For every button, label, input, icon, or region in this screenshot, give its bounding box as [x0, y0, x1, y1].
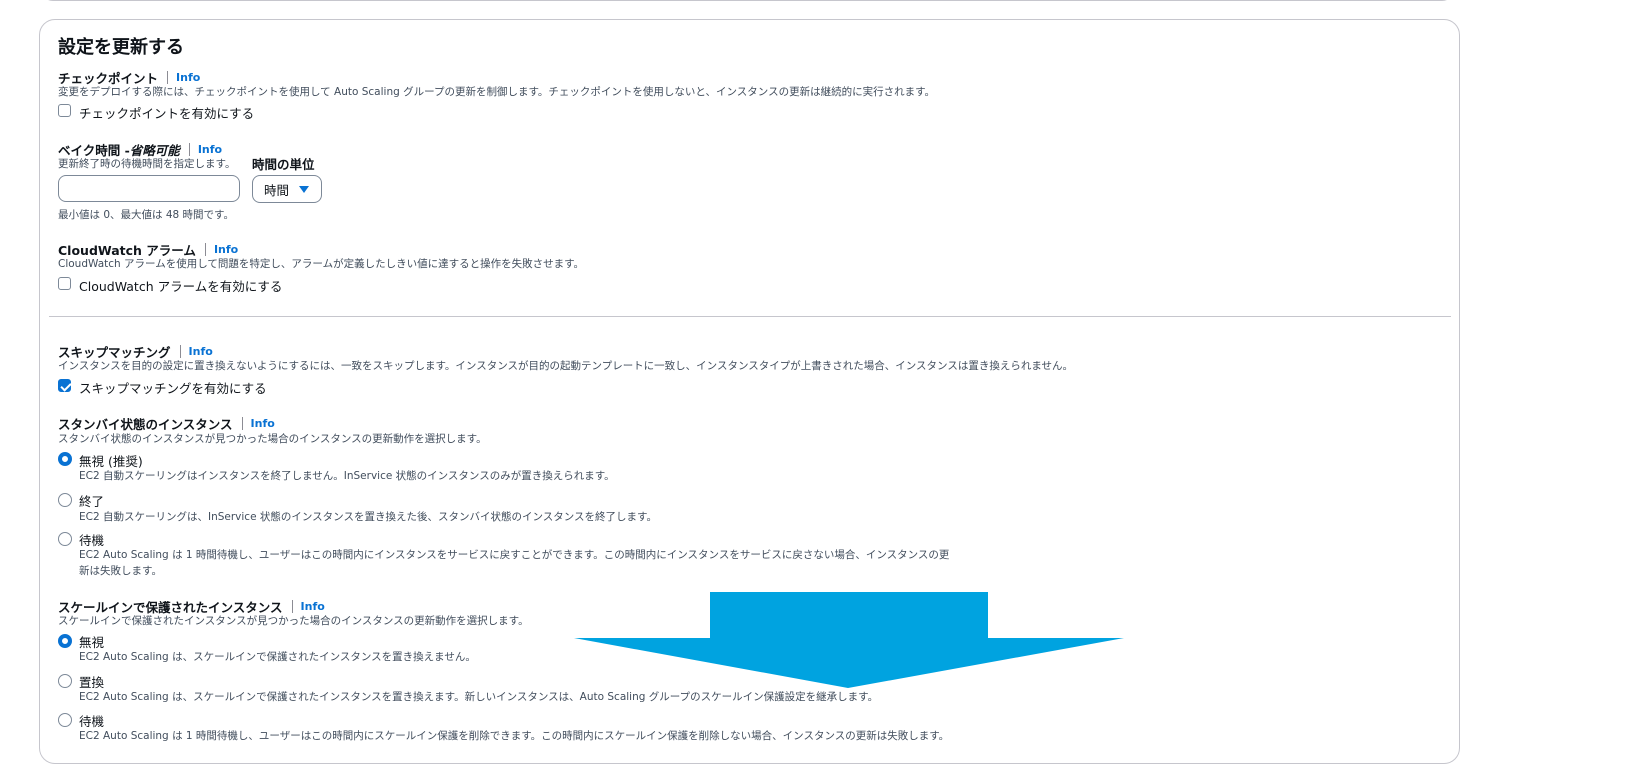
standby-radio-label[interactable]: 終了 [79, 491, 104, 510]
scale-in-description: スケールインで保護されたインスタンスが見つかった場合のインスタンスの更新動作を選… [58, 615, 529, 627]
bake-time-info-link[interactable]: Info [198, 143, 222, 156]
checkpoint-info-link[interactable]: Info [176, 71, 200, 84]
info-separator [291, 600, 293, 613]
cloudwatch-info-link[interactable]: Info [214, 243, 238, 256]
cloudwatch-checkbox-label[interactable]: CloudWatch アラームを有効にする [79, 276, 282, 295]
info-separator [179, 345, 181, 358]
standby-radio-desc: EC2 自動スケーリングはインスタンスを終了しません。InService 状態の… [79, 470, 615, 482]
scale-in-radio-replace[interactable] [58, 674, 72, 688]
bake-time-description: 更新終了時の待機時間を指定します。 [58, 158, 236, 170]
scale-in-radio-ignore[interactable] [58, 634, 72, 648]
checkpoint-checkbox-label[interactable]: チェックポイントを有効にする [79, 103, 254, 122]
skip-matching-checkbox[interactable] [58, 379, 71, 392]
cloudwatch-checkbox[interactable] [58, 277, 71, 290]
scale-in-radio-desc: EC2 Auto Scaling は、スケールインで保護されたインスタンスを置き… [79, 651, 476, 663]
time-unit-value: 時間 [264, 182, 290, 198]
scale-in-radio-wait[interactable] [58, 713, 72, 727]
scale-in-radio-desc: EC2 Auto Scaling は、スケールインで保護されたインスタンスを置き… [79, 691, 879, 703]
bake-time-input[interactable] [58, 175, 240, 202]
standby-radio-ignore[interactable] [58, 452, 72, 466]
bake-time-hint: 最小値は 0、最大値は 48 時間です。 [58, 209, 235, 221]
section-divider [49, 316, 1451, 317]
scale-in-radio-desc: EC2 Auto Scaling は 1 時間待機し、ユーザーはこの時間内にスケ… [79, 730, 950, 742]
checkpoint-description: 変更をデプロイする際には、チェックポイントを使用して Auto Scaling … [58, 86, 936, 98]
info-separator [241, 417, 243, 430]
arrow-down-icon [574, 592, 1124, 688]
previous-panel-edge [40, 0, 1455, 1]
info-separator [188, 143, 190, 156]
time-unit-label: 時間の単位 [252, 157, 315, 172]
standby-radio-desc: EC2 Auto Scaling は 1 時間待機し、ユーザーはこの時間内にイン… [79, 549, 950, 561]
standby-radio-wait[interactable] [58, 532, 72, 546]
info-separator [204, 243, 206, 256]
info-separator [167, 71, 169, 84]
caret-down-icon [299, 186, 309, 193]
section-title: 設定を更新する [58, 37, 184, 58]
checkpoint-checkbox[interactable] [58, 104, 71, 117]
cloudwatch-description: CloudWatch アラームを使用して問題を特定し、アラームが定義したしきい値… [58, 258, 585, 270]
standby-description: スタンバイ状態のインスタンスが見つかった場合のインスタンスの更新動作を選択します… [58, 433, 487, 445]
scale-in-info-link[interactable]: Info [301, 600, 325, 613]
skip-matching-description: インスタンスを目的の設定に置き換えないようにするには、一致をスキップします。イン… [58, 360, 1074, 372]
skip-matching-info-link[interactable]: Info [189, 345, 213, 358]
standby-radio-terminate[interactable] [58, 493, 72, 507]
standby-radio-desc-continued: 新は失敗します。 [79, 565, 162, 577]
standby-radio-desc: EC2 自動スケーリングは、InService 状態のインスタンスを置き換えた後… [79, 511, 657, 523]
time-unit-select[interactable]: 時間 [252, 175, 322, 203]
standby-info-link[interactable]: Info [251, 417, 275, 430]
skip-matching-checkbox-label[interactable]: スキップマッチングを有効にする [79, 378, 267, 397]
